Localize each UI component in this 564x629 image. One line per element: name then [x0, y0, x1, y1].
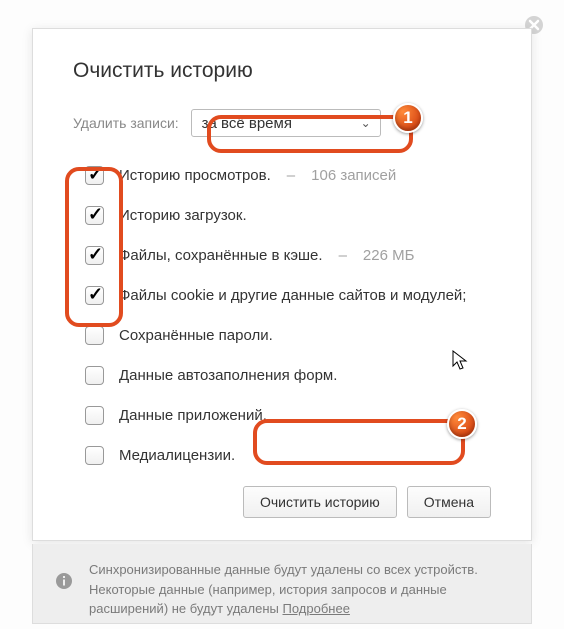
clear-options-list: Историю просмотров. – 106 записейИсторию…: [81, 163, 491, 468]
cancel-button[interactable]: Отмена: [407, 486, 491, 518]
option-label: Медиалицензии.: [119, 447, 235, 464]
option-label: Историю просмотров.: [119, 167, 271, 184]
option-checkbox[interactable]: [85, 446, 104, 465]
option-sublabel: 106 записей: [311, 167, 396, 184]
option-label: Данные приложений.: [119, 407, 267, 424]
option-row[interactable]: Файлы, сохранённые в кэше. – 226 МБ: [81, 243, 491, 268]
clear-history-dialog: Очистить историю Удалить записи: за всё …: [32, 28, 532, 541]
option-row[interactable]: Историю просмотров. – 106 записей: [81, 163, 491, 188]
option-checkbox[interactable]: [85, 326, 104, 345]
option-sublabel: 226 МБ: [363, 247, 415, 264]
time-range-label: Удалить записи:: [73, 115, 179, 131]
footer-more-link[interactable]: Подробнее: [283, 601, 350, 616]
option-checkbox[interactable]: [85, 406, 104, 425]
option-label: Данные автозаполнения форм.: [119, 367, 337, 384]
footer-note: Синхронизированные данные будут удалены …: [32, 544, 532, 624]
option-checkbox[interactable]: [85, 366, 104, 385]
option-checkbox[interactable]: [85, 206, 104, 225]
dash: –: [287, 167, 295, 184]
option-label: Сохранённые пароли.: [119, 327, 273, 344]
annotation-badge-2: 2: [447, 409, 477, 439]
time-range-select[interactable]: за всё время: [191, 109, 381, 137]
option-row[interactable]: Медиалицензии.: [81, 443, 491, 468]
option-checkbox[interactable]: [85, 246, 104, 265]
option-checkbox[interactable]: [85, 286, 104, 305]
option-row[interactable]: Сохранённые пароли.: [81, 323, 491, 348]
annotation-badge-1: 1: [393, 103, 423, 133]
option-row[interactable]: Историю загрузок.: [81, 203, 491, 228]
info-icon: [55, 572, 73, 590]
footer-text-b: Некоторые данные (например, история запр…: [89, 582, 447, 617]
time-range-row: Удалить записи: за всё время ⌄: [73, 109, 491, 137]
option-row[interactable]: Данные автозаполнения форм.: [81, 363, 491, 388]
option-label: Файлы cookie и другие данные сайтов и мо…: [119, 287, 466, 304]
option-row[interactable]: Данные приложений.: [81, 403, 491, 428]
footer-text-a: Синхронизированные данные будут удалены …: [89, 562, 478, 577]
clear-history-button[interactable]: Очистить историю: [243, 486, 397, 518]
option-label: Файлы, сохранённые в кэше.: [119, 247, 323, 264]
dash: –: [339, 247, 347, 264]
option-label: Историю загрузок.: [119, 207, 247, 224]
option-row[interactable]: Файлы cookie и другие данные сайтов и мо…: [81, 283, 491, 308]
dialog-title: Очистить историю: [73, 59, 491, 83]
option-checkbox[interactable]: [85, 166, 104, 185]
